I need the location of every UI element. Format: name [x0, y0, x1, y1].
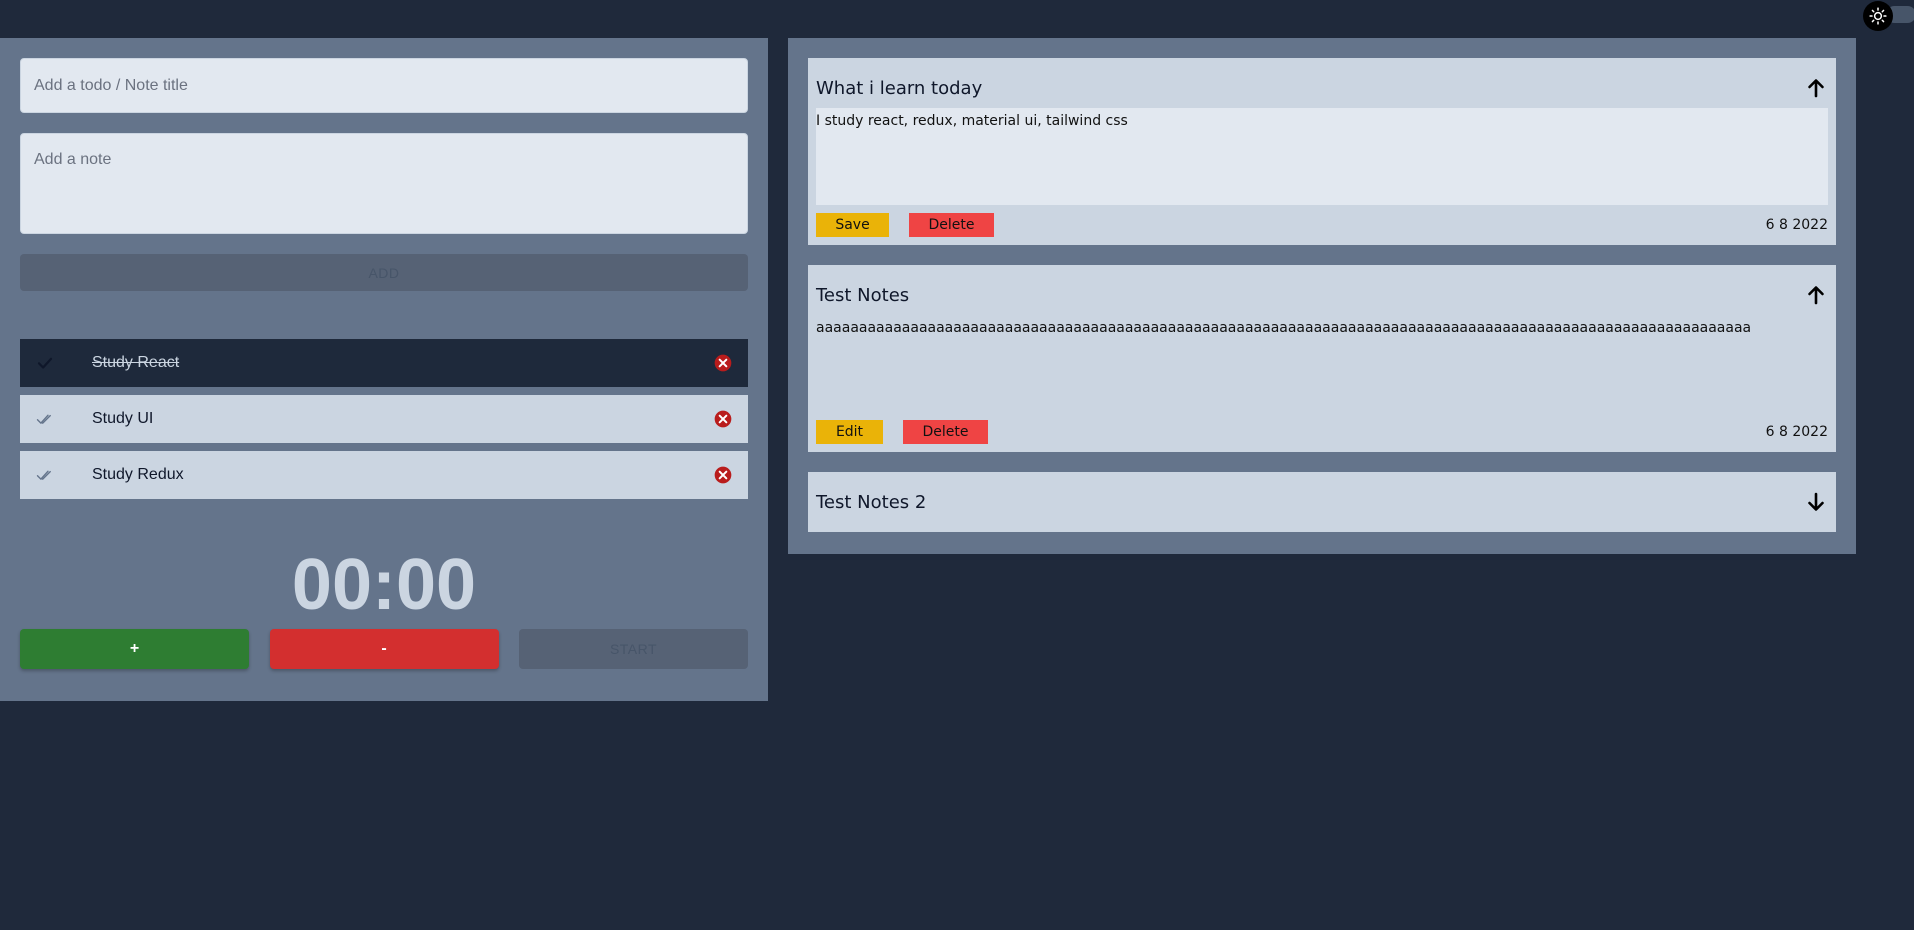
- check-icon: [37, 357, 53, 369]
- collapse-button[interactable]: [1804, 76, 1828, 100]
- add-button[interactable]: ADD: [20, 254, 748, 291]
- save-button[interactable]: Save: [816, 213, 889, 237]
- todo-panel: ADD Study React St: [0, 38, 768, 701]
- todo-delete-button[interactable]: [698, 339, 748, 387]
- todo-check[interactable]: [20, 451, 70, 499]
- todo-text: Study React: [92, 354, 180, 371]
- todo-item[interactable]: Study React: [20, 339, 748, 387]
- timer-display: 00:00: [291, 545, 477, 625]
- notes-panel: What i learn today I study react, redux,…: [788, 38, 1856, 554]
- note-footer: Edit Delete 6 8 2022: [816, 412, 1828, 452]
- note-date: 6 8 2022: [1765, 217, 1828, 233]
- todo-delete-button[interactable]: [698, 451, 748, 499]
- arrow-up-icon: [1808, 79, 1824, 98]
- double-check-icon: [36, 414, 51, 424]
- note-body-editor[interactable]: I study react, redux, material ui, tailw…: [816, 108, 1828, 205]
- note-title: Test Notes 2: [816, 491, 927, 513]
- todo-delete-button[interactable]: [698, 395, 748, 443]
- note-card: Test Notes aaaaaaaaaaaaaaaaaaaaaaaaaaaaa…: [808, 265, 1836, 452]
- close-circle-icon: [714, 354, 732, 372]
- close-circle-icon: [714, 410, 732, 428]
- double-check-icon: [36, 470, 51, 480]
- note-body: aaaaaaaaaaaaaaaaaaaaaaaaaaaaaaaaaaaaaaaa…: [816, 320, 1752, 336]
- todo-item[interactable]: Study UI: [20, 395, 748, 443]
- decrement-button[interactable]: -: [269, 629, 499, 669]
- note-footer: Save Delete 6 8 2022: [816, 205, 1828, 245]
- theme-toggle[interactable]: [1858, 0, 1914, 31]
- increment-button[interactable]: +: [20, 629, 249, 669]
- start-button[interactable]: START: [519, 629, 748, 669]
- arrow-up-icon: [1808, 286, 1824, 305]
- note-card: Test Notes 2: [808, 472, 1836, 532]
- note-input[interactable]: [20, 133, 748, 234]
- toggle-knob[interactable]: [1863, 1, 1893, 31]
- collapse-button[interactable]: [1804, 283, 1828, 307]
- close-circle-icon: [714, 466, 732, 484]
- timer-controls: + - START: [20, 629, 748, 669]
- todo-check[interactable]: [20, 339, 70, 387]
- edit-button[interactable]: Edit: [816, 420, 883, 444]
- title-input[interactable]: [20, 58, 748, 113]
- note-header[interactable]: Test Notes 2: [816, 472, 1828, 532]
- note-card: What i learn today I study react, redux,…: [808, 58, 1836, 245]
- todo-list: Study React Study UI Study Redux: [20, 339, 748, 499]
- sun-icon: [1869, 7, 1887, 25]
- note-title: Test Notes: [816, 284, 910, 306]
- delete-button[interactable]: Delete: [903, 420, 988, 444]
- expand-button[interactable]: [1804, 490, 1828, 514]
- note-title: What i learn today: [816, 77, 983, 99]
- todo-check[interactable]: [20, 395, 70, 443]
- todo-text: Study UI: [92, 410, 154, 427]
- note-date: 6 8 2022: [1765, 424, 1828, 440]
- arrow-down-icon: [1808, 492, 1824, 511]
- todo-item[interactable]: Study Redux: [20, 451, 748, 499]
- delete-button[interactable]: Delete: [909, 213, 994, 237]
- todo-text: Study Redux: [92, 466, 184, 483]
